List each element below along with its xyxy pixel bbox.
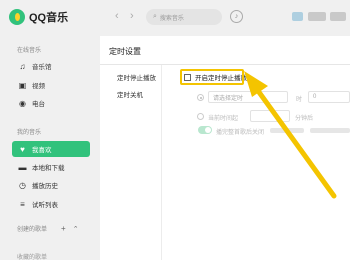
- finish-song-toggle: [198, 126, 212, 134]
- sidebar-item-label: 试听列表: [32, 202, 58, 209]
- blurred-user-info: [330, 12, 346, 21]
- sidebar-item-radio[interactable]: ◉ 电台: [12, 95, 90, 111]
- qq-music-logo-icon: [9, 9, 25, 25]
- video-icon: ▣: [18, 80, 27, 90]
- blurred-hint-text: [310, 128, 350, 133]
- annotation-highlight-box: [180, 69, 244, 85]
- add-playlist-icon[interactable]: +: [61, 224, 66, 233]
- sidebar-item-label: 播放历史: [32, 183, 58, 190]
- playlist-icon: ≡: [20, 199, 25, 209]
- collapse-icon[interactable]: ⌃: [73, 225, 79, 233]
- time-select-placeholder: 请选择定时: [213, 95, 244, 102]
- subnav-item-timed-stop[interactable]: 定时停止播放: [117, 72, 156, 82]
- search-icon: ⌕: [153, 13, 157, 20]
- relative-time-radio: [197, 113, 204, 120]
- sidebar-item-label: 本地和下载: [32, 165, 65, 172]
- section-online-music: 在线音乐: [17, 48, 42, 54]
- heart-icon: ♥: [20, 144, 25, 154]
- minutes-unit-label: 分钟后: [295, 116, 314, 122]
- hour-value: 0: [313, 94, 317, 100]
- sidebar-item-label: 视频: [32, 83, 45, 90]
- avatar[interactable]: [292, 12, 303, 21]
- blurred-hint-text: [270, 128, 304, 133]
- app-logo[interactable]: QQ音乐: [9, 8, 68, 26]
- sidebar-item-label: 音乐馆: [32, 64, 52, 71]
- forward-arrow-icon[interactable]: ›: [130, 10, 134, 22]
- time-select-dropdown: 请选择定时: [208, 91, 288, 103]
- sidebar-item-history[interactable]: ◷ 播放历史: [12, 177, 90, 193]
- hour-unit-label: 时: [296, 97, 303, 103]
- panel-title: 定时设置: [109, 47, 141, 56]
- section-collected-playlists: 收藏的歌单: [17, 255, 48, 260]
- radio-icon: ◉: [19, 98, 26, 108]
- sidebar-item-trial-list[interactable]: ≡ 试听列表: [12, 196, 90, 212]
- monitor-icon: ▬: [18, 162, 27, 172]
- sidebar-item-local-downloads[interactable]: ▬ 本地和下载: [12, 159, 90, 175]
- sidebar-item-favorites[interactable]: ♥ 我喜欢: [12, 141, 90, 157]
- blurred-user-info: [308, 12, 326, 21]
- top-bar: ‹ › ⌕ 搜索音乐 ♪: [96, 0, 350, 36]
- hour-value-field: 0: [308, 91, 350, 103]
- app-name: QQ音乐: [29, 12, 69, 24]
- finish-song-label: 播完整首歌后关闭: [216, 130, 265, 136]
- section-my-music: 我的音乐: [17, 130, 42, 136]
- back-arrow-icon[interactable]: ‹: [115, 10, 119, 22]
- subnav-item-timed-shutdown[interactable]: 定时关机: [117, 89, 143, 99]
- relative-time-label: 当前时间起: [208, 116, 239, 122]
- section-created-label: 创建的歌单: [17, 227, 48, 233]
- search-input[interactable]: ⌕ 搜索音乐: [146, 9, 222, 25]
- microphone-icon[interactable]: ♪: [230, 10, 243, 23]
- sidebar-item-label: 电台: [32, 101, 45, 108]
- settings-subnav: 定时停止播放 定时关机: [100, 65, 162, 260]
- sidebar-item-music-hall[interactable]: ♫ 音乐馆: [12, 58, 90, 74]
- sidebar-item-label: 我喜欢: [32, 147, 52, 154]
- section-created-playlists: 创建的歌单 + ⌃: [17, 224, 87, 233]
- time-select-radio: [197, 94, 204, 101]
- minutes-field: [250, 110, 290, 122]
- music-note-icon: ♫: [19, 61, 26, 71]
- search-placeholder: 搜索音乐: [159, 15, 184, 22]
- sidebar-item-video[interactable]: ▣ 视频: [12, 77, 90, 93]
- timer-settings-panel: 定时设置 定时停止播放 定时关机 开启定时停止播放 请选择定时 时 0 当前时间…: [100, 36, 350, 260]
- sidebar: QQ音乐 在线音乐 ♫ 音乐馆 ▣ 视频 ◉ 电台 我的音乐 ♥ 我喜欢 ▬ 本…: [0, 0, 96, 260]
- history-icon: ◷: [19, 180, 26, 190]
